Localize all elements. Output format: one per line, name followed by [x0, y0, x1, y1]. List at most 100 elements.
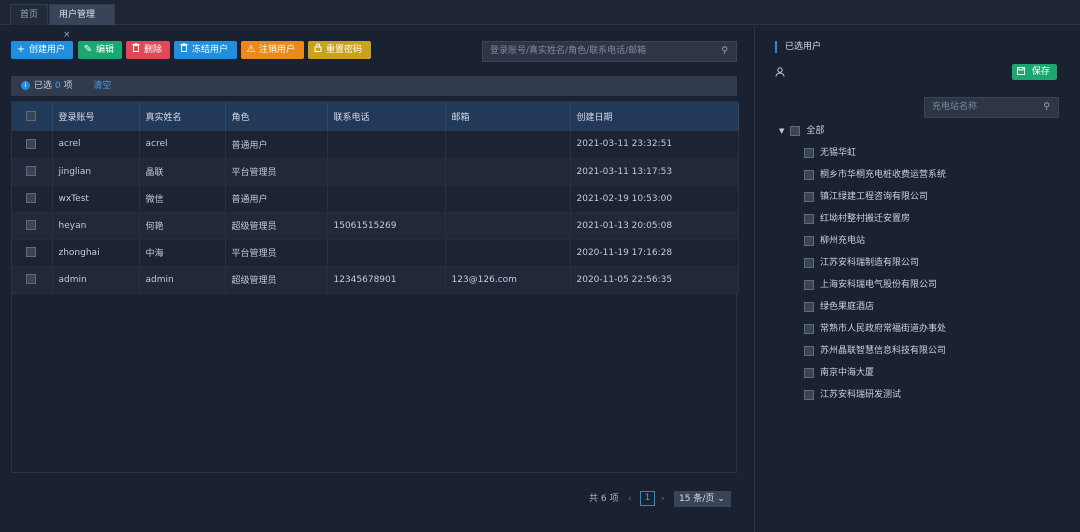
row-checkbox[interactable] — [26, 193, 36, 204]
cell-created: 2021-03-11 23:32:51 — [570, 131, 739, 159]
tree-checkbox[interactable] — [804, 301, 814, 312]
cell-email — [445, 131, 571, 159]
column-header[interactable]: 邮箱 — [445, 102, 571, 131]
tree-item-label: 桐乡市华桐充电桩收费运营系统 — [820, 170, 947, 180]
tree-item[interactable]: 桐乡市华桐充电桩收费运营系统 — [804, 168, 946, 182]
tree-item[interactable]: 南京中海大厦 — [804, 366, 874, 380]
user-icon — [775, 67, 785, 77]
cell-role: 超级管理员 — [225, 212, 328, 240]
chevron-right-icon[interactable]: › — [661, 491, 665, 507]
table-row[interactable]: admin admin 超级管理员 12345678901 123@126.co… — [12, 266, 739, 294]
reset-password-button[interactable]: 重置密码 — [308, 41, 371, 59]
tree-checkbox[interactable] — [804, 323, 814, 334]
search-input[interactable]: 登录账号/真实姓名/角色/联系电话/邮箱 ⚲ — [482, 41, 737, 62]
tree-item[interactable]: 红坳村整村搬迁安置房 — [804, 212, 910, 226]
tree-checkbox[interactable] — [790, 125, 801, 136]
table-row[interactable]: zhonghai 中海 平台管理员 2020-11-19 17:16:28 — [12, 239, 739, 267]
tree-root[interactable]: ▼ 全部 — [779, 124, 824, 138]
delete-label: 删除 — [144, 45, 163, 55]
cell-role: 平台管理员 — [225, 239, 328, 267]
clear-selection-link[interactable]: 清空 — [93, 81, 111, 91]
search-icon[interactable]: ⚲ — [721, 42, 728, 61]
cell-name: 何艳 — [139, 212, 226, 240]
tree-item[interactable]: 常熟市人民政府常福街道办事处 — [804, 322, 946, 336]
station-panel: 已选用户 保存 充电站名称 ⚲ ▼ 全部 无锡华虹 桐乡市华桐充电桩收费运营系统 镇… — [755, 26, 1080, 532]
cell-phone — [327, 239, 446, 267]
column-header[interactable]: 登录账号 — [52, 102, 140, 131]
cell-role: 普通用户 — [225, 131, 328, 159]
tab-user-management[interactable]: 用户管理× — [49, 4, 115, 40]
search-icon[interactable]: ⚲ — [1043, 98, 1050, 117]
freeze-user-label: 冻结用户 — [192, 45, 229, 55]
save-label: 保存 — [1031, 67, 1050, 77]
freeze-user-button[interactable]: 冻结用户 — [174, 41, 237, 59]
select-all-checkbox[interactable] — [26, 111, 36, 122]
tree-checkbox[interactable] — [804, 257, 814, 268]
chevron-down-icon: ⌄ — [717, 494, 725, 504]
tree-item[interactable]: 无锡华虹 — [804, 146, 856, 160]
caret-down-icon[interactable]: ▼ — [779, 127, 784, 135]
cell-phone — [327, 185, 446, 213]
warning-icon: ⚠ — [246, 44, 256, 55]
table-row[interactable]: acrel acrel 普通用户 2021-03-11 23:32:51 — [12, 131, 739, 159]
tree-checkbox[interactable] — [804, 367, 814, 378]
page-size-select[interactable]: 15 条/页 ⌄ — [674, 491, 731, 507]
tree-item[interactable]: 绿色果庭酒店 — [804, 300, 874, 314]
tree-item[interactable]: 江苏安科瑞研发测试 — [804, 388, 901, 402]
cell-name: admin — [139, 266, 226, 294]
tree-checkbox[interactable] — [804, 235, 814, 246]
row-checkbox[interactable] — [26, 247, 36, 258]
chevron-left-icon[interactable]: ‹ — [628, 491, 632, 507]
column-header[interactable]: 真实姓名 — [139, 102, 226, 131]
table-row[interactable]: wxTest 微信 普通用户 2021-02-19 10:53:00 — [12, 185, 739, 213]
row-checkbox[interactable] — [26, 139, 36, 149]
tree-item-label: 江苏安科瑞研发测试 — [820, 390, 902, 400]
station-search-input[interactable]: 充电站名称 ⚲ — [924, 97, 1059, 118]
row-checkbox[interactable] — [26, 220, 36, 231]
row-checkbox[interactable] — [26, 166, 36, 177]
tree-checkbox[interactable] — [804, 147, 814, 158]
tree-checkbox[interactable] — [804, 169, 814, 180]
cell-role: 超级管理员 — [225, 266, 328, 294]
tree-item-label: 镇江绿建工程咨询有限公司 — [820, 192, 929, 202]
row-checkbox-cell — [12, 185, 53, 213]
tree-checkbox[interactable] — [804, 191, 814, 202]
column-header[interactable]: 联系电话 — [327, 102, 446, 131]
edit-button[interactable]: ✎ 编辑 — [78, 41, 122, 59]
tree-item-label: 常熟市人民政府常福街道办事处 — [820, 324, 947, 334]
page-number-button[interactable]: 1 — [640, 491, 655, 506]
delete-button[interactable]: 删除 — [126, 41, 170, 59]
cell-email: 123@126.com — [445, 266, 571, 294]
table-row[interactable]: heyan 何艳 超级管理员 15061515269 2021-01-13 20… — [12, 212, 739, 240]
selection-suffix: 项 — [63, 81, 73, 91]
edit-label: 编辑 — [96, 45, 115, 55]
cell-account: jinglian — [52, 158, 140, 186]
tree-checkbox[interactable] — [804, 345, 814, 356]
save-button[interactable]: 保存 — [1012, 64, 1057, 80]
panel-title: 已选用户 — [775, 41, 821, 53]
tree-item[interactable]: 苏州晶联智慧信息科技有限公司 — [804, 344, 946, 358]
cancel-user-button[interactable]: ⚠ 注销用户 — [241, 41, 304, 59]
tree-checkbox[interactable] — [804, 213, 814, 224]
cell-phone — [327, 158, 446, 186]
search-placeholder: 登录账号/真实姓名/角色/联系电话/邮箱 — [490, 46, 647, 56]
column-header[interactable]: 角色 — [225, 102, 328, 131]
cell-account: zhonghai — [52, 239, 140, 267]
tab-home[interactable]: 首页 — [10, 4, 48, 25]
tree-checkbox[interactable] — [804, 279, 814, 290]
tree-item[interactable]: 江苏安科瑞制造有限公司 — [804, 256, 919, 270]
cell-created: 2020-11-19 17:16:28 — [570, 239, 739, 267]
tree-item[interactable]: 上海安科瑞电气股份有限公司 — [804, 278, 937, 292]
save-icon — [1017, 67, 1032, 77]
tree-item[interactable]: 镇江绿建工程咨询有限公司 — [804, 190, 928, 204]
row-checkbox[interactable] — [26, 274, 36, 285]
column-header[interactable]: 创建日期 — [570, 102, 739, 131]
cell-role: 平台管理员 — [225, 158, 328, 186]
cell-created: 2021-01-13 20:05:08 — [570, 212, 739, 240]
create-user-button[interactable]: + 创建用户 — [11, 41, 73, 59]
plus-icon: + — [16, 44, 26, 55]
tree-checkbox[interactable] — [804, 389, 814, 400]
cell-created: 2021-02-19 10:53:00 — [570, 185, 739, 213]
tree-item[interactable]: 柳州充电站 — [804, 234, 865, 248]
table-row[interactable]: jinglian 晶联 平台管理员 2021-03-11 13:17:53 — [12, 158, 739, 186]
